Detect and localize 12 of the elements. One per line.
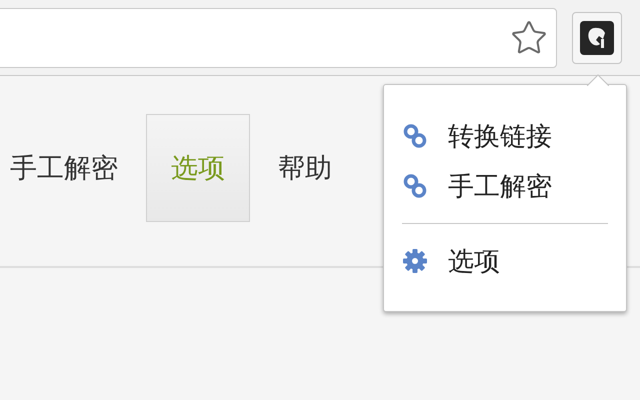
bookmark-star-icon[interactable] [510,18,548,56]
menu-item[interactable]: 转换链接 [448,116,552,156]
menu-item[interactable]: 选项 [448,242,500,280]
extension-icon [580,20,614,54]
address-field[interactable] [0,8,557,68]
settings-icon [402,248,428,274]
extension-button[interactable] [572,12,622,64]
chain-link-icon [402,123,428,149]
menu-item[interactable]: 手工解密 [448,166,552,206]
nav-tab[interactable]: 手工解密 [10,114,118,222]
nav-tab[interactable]: 帮助 [278,114,332,222]
chain-link-icon [402,173,428,199]
